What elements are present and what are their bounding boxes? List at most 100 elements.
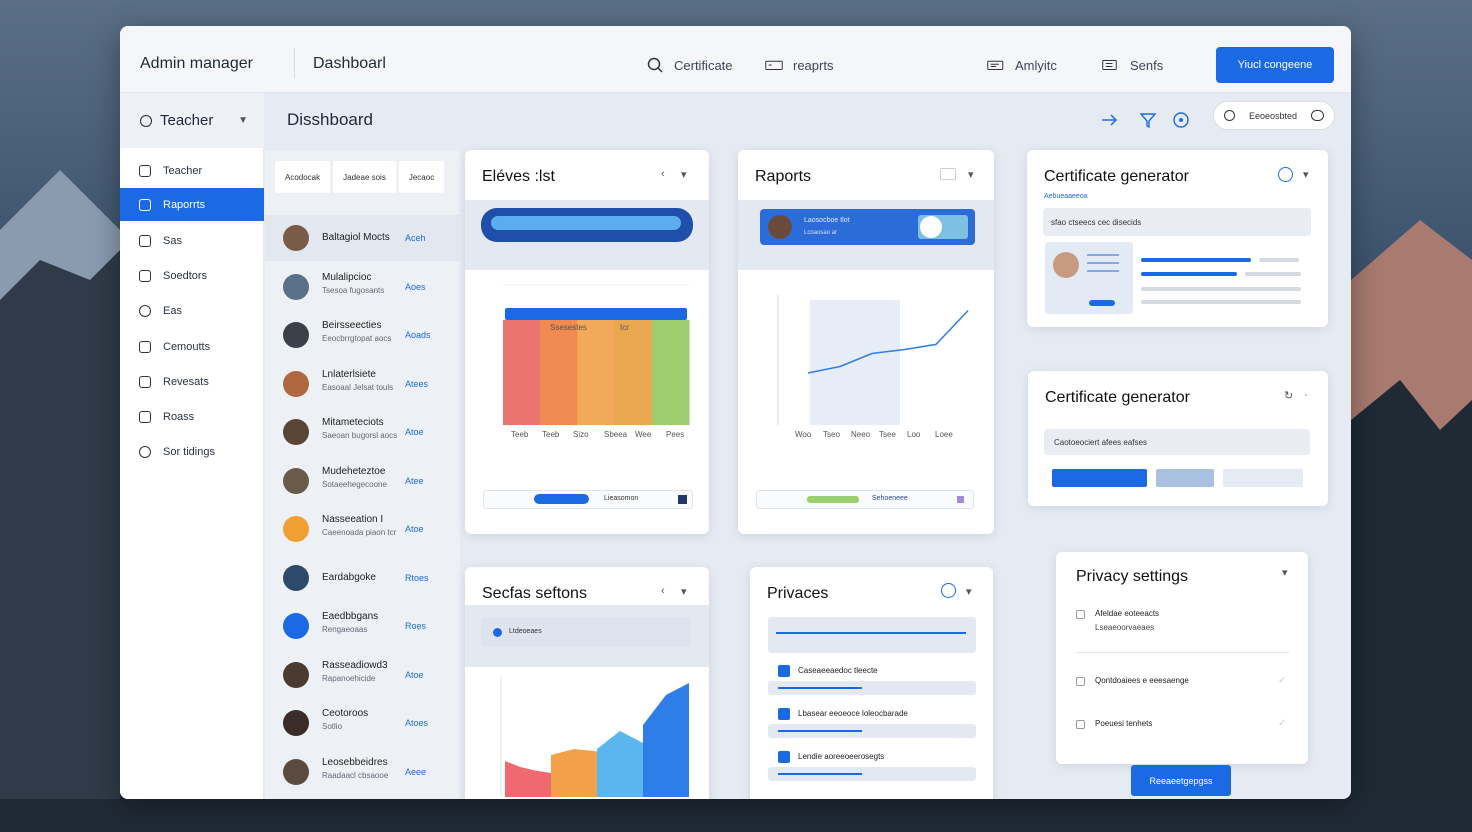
reset-button[interactable] bbox=[1223, 469, 1303, 487]
list-item[interactable]: Ceotoroos Sotlio Atoes bbox=[265, 700, 460, 746]
sidebar-item-reviews[interactable]: Revesats bbox=[120, 365, 264, 398]
list-item-name: Eardabgoke bbox=[322, 571, 376, 583]
user-icon bbox=[140, 114, 152, 127]
list-item-tag[interactable]: Atoe bbox=[405, 524, 424, 534]
privacy-option[interactable]: Poeuesi tenhets ✓ bbox=[1076, 718, 1292, 752]
certificate-input[interactable]: sfao ctseecs cec disecids bbox=[1043, 208, 1311, 236]
list-item-tag[interactable]: Atoe bbox=[405, 427, 424, 437]
pill-icon bbox=[1224, 110, 1235, 121]
chevron-down-icon[interactable]: ▾ bbox=[968, 168, 974, 181]
filter-pill[interactable]: Eeoeosbted bbox=[1213, 101, 1335, 130]
checkbox[interactable] bbox=[1076, 720, 1085, 729]
section-row[interactable]: Ltdeoeaes bbox=[481, 617, 691, 647]
avatar bbox=[283, 225, 309, 251]
nav-settings[interactable]: Senfs bbox=[1102, 56, 1163, 74]
sidebar-item-reports[interactable]: Raporrts bbox=[120, 188, 264, 221]
list-item-tag[interactable]: Aceh bbox=[405, 233, 426, 243]
sidebar-item-sas[interactable]: Sas bbox=[120, 224, 264, 257]
list-item-tag[interactable]: Atoe bbox=[405, 670, 424, 680]
list-item-tag[interactable]: Aoads bbox=[405, 330, 431, 340]
list-item-name: Mudeheteztoe bbox=[322, 465, 386, 477]
generate-button[interactable] bbox=[1052, 469, 1147, 487]
list-item-sub: Raadaacl cbsaooe bbox=[322, 770, 389, 780]
list-item-tag[interactable]: Atee bbox=[405, 476, 424, 486]
role-selector[interactable]: Teacher ▼ bbox=[120, 93, 264, 148]
list-item-tag[interactable]: Aeee bbox=[405, 767, 426, 777]
certificate-preview bbox=[1045, 242, 1133, 314]
raports-card: Raports ▾ Laosocboe tlot Lcoaosao ar Woo… bbox=[738, 150, 994, 534]
sidebar-item-settings[interactable]: Sor tidings bbox=[120, 435, 264, 468]
list-item-tag[interactable]: Aoes bbox=[405, 282, 426, 292]
privacy-option[interactable]: Afeldae eoteeacts Lseaeoorvaeaes bbox=[1076, 608, 1292, 642]
list-item-tag[interactable]: Atees bbox=[405, 379, 428, 389]
filter-icon[interactable] bbox=[1139, 111, 1157, 129]
list-item[interactable]: Eaedbbgans Rengaeoaas Roes bbox=[265, 603, 460, 649]
primary-action-button[interactable]: Yiucl congeene bbox=[1216, 47, 1334, 83]
check-icon bbox=[920, 216, 942, 238]
breadcrumb[interactable]: Dashboarl bbox=[313, 55, 386, 73]
tab-all[interactable]: Acodocak bbox=[275, 161, 331, 193]
list-item[interactable]: Eardabgoke Rtoes bbox=[265, 555, 460, 601]
privaces-item[interactable]: Lendie aoreeoeerosegts bbox=[768, 749, 976, 783]
list-item-sub: Saeoan bugorsl aocs bbox=[322, 431, 398, 440]
sidebar-item-students[interactable]: Soedtors bbox=[120, 259, 264, 292]
list-item[interactable]: Rasseadiowd3 Rapanoehicide Atoe bbox=[265, 652, 460, 698]
list-item-name: Leosebbeidres bbox=[322, 756, 388, 768]
check-icon: ✓ bbox=[1278, 675, 1287, 686]
info-icon[interactable] bbox=[1172, 111, 1190, 129]
nav-certificate[interactable]: Certificate bbox=[646, 56, 733, 74]
sidebar-item-certificates[interactable]: Cemoutts bbox=[120, 330, 264, 363]
refresh-icon[interactable]: ↻ bbox=[1284, 389, 1293, 402]
nav-analytics[interactable]: Amlyitc bbox=[987, 56, 1057, 74]
checkbox[interactable] bbox=[1076, 677, 1085, 686]
chevron-down-icon[interactable]: ▾ bbox=[966, 585, 972, 598]
refresh-icon[interactable] bbox=[1278, 167, 1293, 182]
back-icon[interactable]: ‹ bbox=[661, 585, 665, 597]
nav-reports[interactable]: reaprts bbox=[765, 56, 833, 74]
sidebar-item-eas[interactable]: Eas bbox=[120, 294, 264, 327]
preview-line bbox=[1087, 262, 1119, 264]
list-item[interactable]: Baltagiol Mocts Aceh bbox=[265, 215, 460, 261]
list-item[interactable]: Mitameteciots Saeoan bugorsl aocs Atoe bbox=[265, 409, 460, 455]
list-item-tag[interactable]: Rtoes bbox=[405, 573, 429, 583]
x-tick-label: Tsee bbox=[879, 430, 896, 439]
save-privacy-button[interactable]: Reeaeetgepgss bbox=[1131, 765, 1231, 796]
banner-sub: Lcoaosao ar bbox=[804, 230, 838, 236]
list-item[interactable]: Lnlaterlsiete Easoaal Jelsat touls Atees bbox=[265, 361, 460, 407]
list-item[interactable]: Nasseeation I Caeenoada piaon tcr Atoe bbox=[265, 506, 460, 552]
back-icon[interactable]: ‹ bbox=[661, 168, 665, 180]
refresh-icon[interactable] bbox=[941, 583, 956, 598]
more-icon[interactable]: · bbox=[1304, 389, 1308, 401]
checkbox[interactable] bbox=[1076, 610, 1085, 619]
list-item[interactable]: Beirsseecties Eeocbrrgtopat aocs Aoads bbox=[265, 312, 460, 358]
list-item-tag[interactable]: Roes bbox=[405, 621, 426, 631]
list-item[interactable]: Mulalipcioc Tsesoa fugosants Aoes bbox=[265, 264, 460, 310]
banner-title: Laosocboe tlot bbox=[804, 217, 850, 224]
chevron-down-icon[interactable]: ▾ bbox=[1282, 566, 1288, 579]
sidebar-item-roles[interactable]: Roass bbox=[120, 400, 264, 433]
sections-card: Secfas seftons ‹ ▾ Ltdeoeaes bbox=[465, 567, 709, 799]
list-item-tag[interactable]: Atoes bbox=[405, 718, 428, 728]
send-icon[interactable] bbox=[1100, 111, 1118, 129]
chevron-down-icon[interactable]: ▾ bbox=[681, 585, 687, 598]
tab-groups[interactable]: Jadeae sois bbox=[333, 161, 396, 193]
privacy-option[interactable]: Qontdoaiees e eeesaenge ✓ bbox=[1076, 675, 1292, 709]
export-icon[interactable] bbox=[957, 496, 964, 503]
bar-chart: Ssesestes Icr Teeb Teeb Sizo Sbeea Wee Pees bbox=[503, 284, 690, 439]
list-item[interactable]: Mudeheteztoe Sotaeehegecoone Atee bbox=[265, 458, 460, 504]
report-banner[interactable]: Laosocboe tlot Lcoaosao ar bbox=[760, 209, 975, 245]
tab-other[interactable]: Jecaoc bbox=[398, 161, 445, 193]
list-item-name: Mitameteciots bbox=[322, 417, 384, 428]
card-banner: Ltdeoeaes bbox=[465, 605, 709, 667]
sidebar-item-teacher[interactable]: Teacher bbox=[120, 154, 264, 187]
certificate-input[interactable]: Caotoeociert afees eafses bbox=[1044, 429, 1310, 455]
privaces-item[interactable]: Lbasear eeoeoce loleocbarade bbox=[768, 706, 976, 740]
chevron-down-icon[interactable]: ▾ bbox=[1303, 168, 1309, 181]
window-icon[interactable] bbox=[940, 168, 956, 180]
privaces-item[interactable]: Caseaeeaedoc tleecte bbox=[768, 663, 976, 697]
list-item[interactable]: Leosebbeidres Raadaacl cbsaooe Aeee bbox=[265, 749, 460, 795]
brand-name: Admin manager bbox=[140, 55, 253, 72]
preview-button[interactable] bbox=[1156, 469, 1214, 487]
export-icon[interactable] bbox=[678, 495, 687, 504]
chevron-down-icon[interactable]: ▾ bbox=[681, 168, 687, 181]
